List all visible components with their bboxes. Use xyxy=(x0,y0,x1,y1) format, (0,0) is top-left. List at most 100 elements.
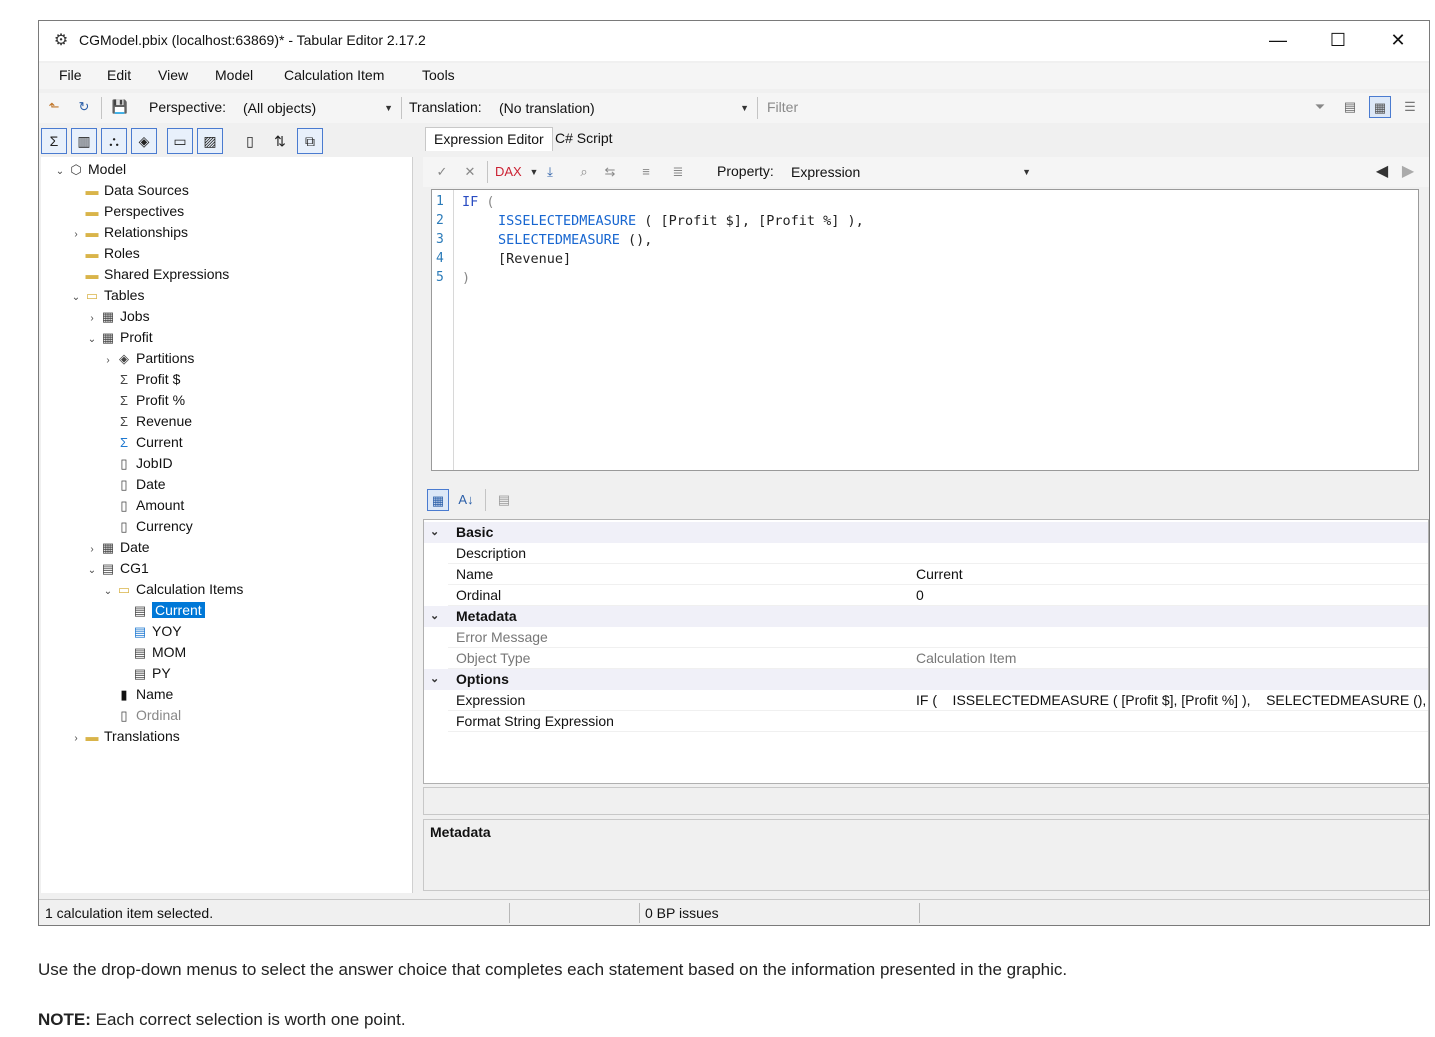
tree-node-measure-current[interactable]: Σ Current xyxy=(101,432,183,452)
tree-node-column-currency[interactable]: ▯ Currency xyxy=(101,516,192,536)
show-partitions-icon[interactable]: ◈ xyxy=(131,128,157,154)
property-format-string-expression[interactable]: Format String Expression xyxy=(424,711,1428,732)
tree-node-table-cg1[interactable]: ⌄ ▤ CG1 xyxy=(85,558,149,578)
chevron-down-icon[interactable]: ⌄ xyxy=(430,669,439,690)
dax-code-editor[interactable]: 1 2 3 4 5 IF ( ISSELECTEDMEASURE ( [Prof… xyxy=(431,189,1419,471)
back-icon[interactable]: ◀ xyxy=(1371,161,1393,183)
property-name-value[interactable]: Current xyxy=(916,564,963,585)
property-ordinal[interactable]: Ordinal 0 xyxy=(424,585,1428,606)
property-expression-value[interactable]: IF ( ISSELECTEDMEASURE ( [Profit $], [Pr… xyxy=(916,690,1426,711)
cancel-icon[interactable]: ✕ xyxy=(459,161,481,183)
menu-calculation-item[interactable]: Calculation Item xyxy=(284,67,384,83)
tree-node-item-py[interactable]: ▤ PY xyxy=(117,663,171,683)
property-name[interactable]: Name Current xyxy=(424,564,1428,585)
chevron-down-icon[interactable]: ⌄ xyxy=(85,330,99,350)
chevron-down-icon[interactable]: ⌄ xyxy=(53,162,67,182)
categorized-icon[interactable]: ▦ xyxy=(427,489,449,511)
tree-node-item-current[interactable]: ▤ Current xyxy=(117,600,205,620)
tree-node-measure-profit-dollar[interactable]: Σ Profit $ xyxy=(101,369,180,389)
uncomment-icon[interactable]: ≣ xyxy=(667,161,689,183)
forward-icon[interactable]: ▶ xyxy=(1397,161,1419,183)
show-translations-icon[interactable]: ⧉ xyxy=(297,128,323,154)
tree-node-translations[interactable]: › ▬ Translations xyxy=(69,726,179,749)
refresh-icon[interactable]: ↻ xyxy=(73,96,95,118)
property-ordinal-value[interactable]: 0 xyxy=(916,585,924,606)
display-options-icon[interactable]: ▤ xyxy=(1339,96,1361,118)
open-icon[interactable]: ⬑ xyxy=(43,96,65,118)
list-view-icon[interactable]: ☰ xyxy=(1399,96,1421,118)
show-measures-icon[interactable]: Σ xyxy=(41,128,67,154)
property-pages-icon[interactable]: ▤ xyxy=(493,489,515,511)
menu-edit[interactable]: Edit xyxy=(107,67,131,83)
chevron-down-icon[interactable]: ⌄ xyxy=(430,522,439,543)
chevron-right-icon[interactable]: › xyxy=(101,351,115,371)
comment-icon[interactable]: ≡ xyxy=(635,161,657,183)
sort-icon[interactable]: ⇅ xyxy=(267,128,293,154)
property-error-message[interactable]: Error Message xyxy=(424,627,1428,648)
tree-node-calculation-items[interactable]: ⌄ ▭ Calculation Items xyxy=(101,579,244,602)
tree-node-model[interactable]: ⌄ ⬡ Model xyxy=(53,159,126,179)
chevron-right-icon[interactable]: › xyxy=(69,729,83,749)
dependencies-icon[interactable]: ⤓ xyxy=(539,161,561,183)
chevron-right-icon[interactable]: › xyxy=(85,309,99,329)
perspective-select[interactable]: (All objects) ▼ xyxy=(243,97,393,119)
tree-node-measure-revenue[interactable]: Σ Revenue xyxy=(101,411,192,431)
property-description[interactable]: Description xyxy=(424,543,1428,564)
minimize-button[interactable]: — xyxy=(1255,25,1301,55)
category-metadata[interactable]: ⌄ Metadata xyxy=(424,606,1428,627)
tree-view-icon[interactable]: ▦ xyxy=(1369,96,1391,118)
chevron-down-icon[interactable]: ⌄ xyxy=(85,561,99,581)
tree-node-column-amount[interactable]: ▯ Amount xyxy=(101,495,184,515)
translation-select[interactable]: (No translation) ▼ xyxy=(499,97,749,119)
property-object-type[interactable]: Object Type Calculation Item xyxy=(424,648,1428,669)
close-button[interactable]: ✕ xyxy=(1375,25,1421,55)
tree-node-tables[interactable]: ⌄ ▭ Tables xyxy=(69,285,145,308)
menu-tools[interactable]: Tools xyxy=(422,67,455,83)
tree-node-table-date[interactable]: › ▦ Date xyxy=(85,537,149,560)
category-options[interactable]: ⌄ Options xyxy=(424,669,1428,690)
replace-icon[interactable]: ⇆ xyxy=(599,161,621,183)
status-bp-issues[interactable]: 0 BP issues xyxy=(645,905,719,921)
tree-node-measure-profit-pct[interactable]: Σ Profit % xyxy=(101,390,185,410)
tree-node-table-jobs[interactable]: › ▦ Jobs xyxy=(85,306,149,329)
maximize-button[interactable]: ☐ xyxy=(1315,25,1361,55)
tree-node-data-sources[interactable]: ▬ Data Sources xyxy=(69,180,189,200)
tab-expression-editor[interactable]: Expression Editor xyxy=(425,127,553,151)
chevron-down-icon[interactable]: ⌄ xyxy=(430,606,439,627)
show-columns-icon[interactable]: ▥ xyxy=(71,128,97,154)
show-hierarchies-icon[interactable]: ⛬ xyxy=(101,128,127,154)
chevron-down-icon[interactable]: ⌄ xyxy=(69,288,83,308)
tab-csharp-script[interactable]: C# Script xyxy=(547,127,621,151)
show-metadata-icon[interactable]: ▨ xyxy=(197,128,223,154)
tree-node-item-mom[interactable]: ▤ MOM xyxy=(117,642,186,662)
menu-view[interactable]: View xyxy=(158,67,188,83)
tree-node-column-ordinal[interactable]: ▯ Ordinal xyxy=(101,705,181,725)
tree-node-column-jobid[interactable]: ▯ JobID xyxy=(101,453,172,473)
tree-node-column-name[interactable]: ▮ Name xyxy=(101,684,173,704)
find-icon[interactable]: ⌕ xyxy=(573,161,595,183)
menu-file[interactable]: File xyxy=(59,67,82,83)
tree-node-roles[interactable]: ▬ Roles xyxy=(69,243,140,263)
show-hidden-icon[interactable]: ▭ xyxy=(167,128,193,154)
accept-icon[interactable]: ✓ xyxy=(431,161,453,183)
menu-model[interactable]: Model xyxy=(215,67,253,83)
filter-icon[interactable]: ⏷ xyxy=(1309,96,1331,118)
property-select[interactable]: Expression ▼ xyxy=(791,161,1031,183)
alphabetical-sort-icon[interactable]: A↓ xyxy=(455,489,477,511)
tree-node-perspectives[interactable]: ▬ Perspectives xyxy=(69,201,185,221)
tree-node-shared-expressions[interactable]: ▬ Shared Expressions xyxy=(69,264,230,284)
tree-node-column-date[interactable]: ▯ Date xyxy=(101,474,165,494)
chevron-right-icon[interactable]: › xyxy=(85,540,99,560)
tree-node-relationships[interactable]: › ▬ Relationships xyxy=(69,222,188,242)
tree-node-item-yoy[interactable]: ▤ YOY xyxy=(117,621,182,641)
category-basic[interactable]: ⌄ Basic xyxy=(424,522,1428,543)
chevron-down-icon[interactable]: ⌄ xyxy=(101,582,115,602)
save-icon[interactable]: 💾 xyxy=(109,96,131,118)
tree-node-partitions[interactable]: › ◈ Partitions xyxy=(101,348,194,368)
filter-input[interactable]: Filter xyxy=(759,96,1049,118)
columns-icon[interactable]: ▯ xyxy=(237,128,263,154)
chevron-right-icon[interactable]: › xyxy=(69,225,83,245)
dax-format-icon[interactable]: DAX xyxy=(495,161,522,183)
tree-node-table-profit[interactable]: ⌄ ▦ Profit xyxy=(85,327,153,347)
property-expression[interactable]: Expression IF ( ISSELECTEDMEASURE ( [Prof… xyxy=(424,690,1428,711)
